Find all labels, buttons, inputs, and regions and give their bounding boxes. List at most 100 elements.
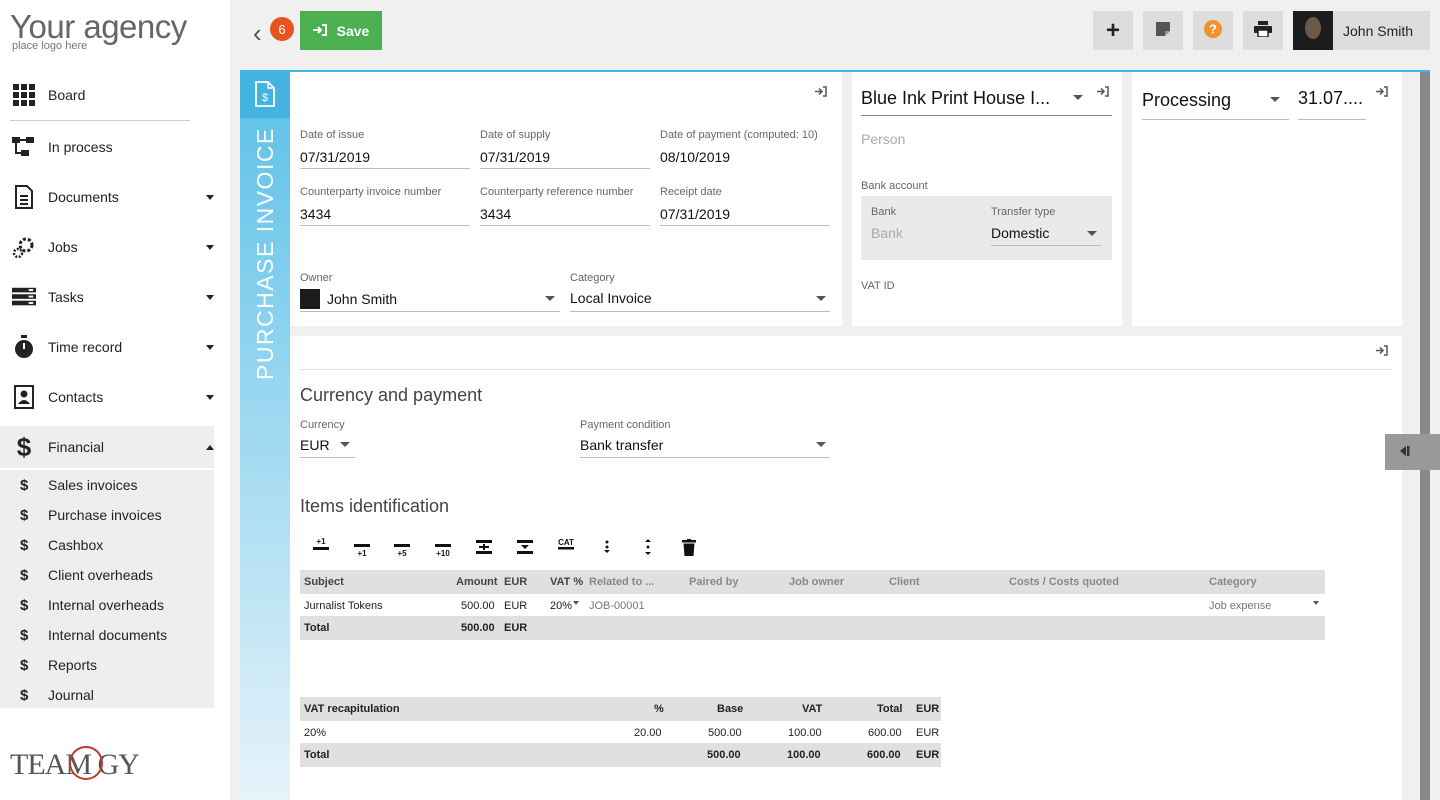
open-link-icon[interactable]	[1376, 345, 1388, 359]
table-row: 20% 20.00 500.00 100.00 600.00 EUR	[300, 721, 941, 743]
payment-condition-label: Payment condition	[580, 419, 671, 431]
total-label: Total	[304, 622, 330, 634]
dollar-icon: $	[20, 506, 29, 524]
bank-label: Bank	[871, 206, 897, 218]
caret-down-icon[interactable]	[1087, 231, 1097, 236]
payment-date-field[interactable]: 08/10/2019	[660, 149, 730, 165]
total-total: 600.00	[867, 749, 901, 761]
nav-item-financial[interactable]: $ Financial	[0, 422, 230, 472]
col-vat-recap: VAT recapitulation	[304, 703, 400, 715]
receipt-date-field[interactable]: 07/31/2019	[660, 206, 730, 222]
open-link-icon[interactable]	[1376, 86, 1388, 100]
counterparty-select[interactable]: Blue Ink Print House I...	[861, 88, 1050, 109]
person-field[interactable]: Person	[861, 131, 905, 147]
total-base: 500.00	[707, 749, 741, 761]
category-select[interactable]: Local Invoice	[570, 290, 652, 306]
back-chevron-icon[interactable]: ‹	[253, 18, 262, 49]
sub-item-client-overheads[interactable]: $ Client overheads	[0, 560, 214, 590]
notification-badge[interactable]: 6	[270, 17, 294, 41]
insert-row-button[interactable]	[473, 537, 495, 557]
sub-item-reports[interactable]: $ Reports	[0, 650, 214, 680]
caret-down-icon[interactable]	[1313, 601, 1319, 605]
add-row-button[interactable]: +1	[351, 540, 373, 560]
payment-condition-select[interactable]: Bank transfer	[580, 437, 663, 453]
expand-down-icon[interactable]	[596, 537, 618, 557]
status-date-field[interactable]: 31.07....	[1298, 88, 1363, 109]
bank-account-label: Bank account	[861, 180, 928, 192]
counterparty-panel: Blue Ink Print House I... Person Bank ac…	[852, 72, 1122, 326]
cp-invoice-field[interactable]: 3434	[300, 206, 331, 222]
owner-label: Owner	[300, 272, 333, 284]
nav-label: Tasks	[48, 289, 84, 305]
dollar-icon: $	[20, 656, 29, 674]
add-five-rows-button[interactable]: +5	[391, 540, 413, 560]
caret-down-icon[interactable]	[816, 442, 826, 447]
caret-down-icon[interactable]	[545, 296, 555, 301]
caret-down-icon[interactable]	[573, 601, 579, 605]
add-row-top-button[interactable]: +1	[310, 535, 332, 555]
sub-item-label: Reports	[48, 657, 98, 673]
trash-icon[interactable]	[678, 537, 700, 557]
cell-category[interactable]: Job expense	[1209, 600, 1271, 612]
status-select[interactable]: Processing	[1142, 90, 1231, 111]
cp-reference-field[interactable]: 3434	[480, 206, 511, 222]
nav-item-time-record[interactable]: Time record	[0, 322, 230, 372]
vat-recap-header: VAT recapitulation % Base VAT Total EUR	[300, 697, 941, 721]
nav-item-in-process[interactable]: In process	[0, 122, 230, 172]
collapse-rows-button[interactable]	[514, 537, 536, 557]
print-button[interactable]	[1243, 11, 1283, 50]
user-menu[interactable]: John Smith	[1293, 11, 1430, 50]
table-row[interactable]: Jurnalist Tokens 500.00 EUR 20% JOB-0000…	[300, 594, 1325, 616]
cell-subject[interactable]: Jurnalist Tokens	[304, 600, 383, 612]
owner-select[interactable]: John Smith	[327, 291, 397, 307]
total-currency: EUR	[504, 622, 528, 634]
nav-item-documents[interactable]: Documents	[0, 172, 230, 222]
bank-account-box: Bank Bank Transfer type Domestic	[861, 196, 1112, 260]
add-ten-rows-button[interactable]: +10	[432, 540, 454, 560]
sub-item-internal-overheads[interactable]: $ Internal overheads	[0, 590, 214, 620]
document-icon	[12, 185, 36, 209]
cell-amount[interactable]: 500.00	[461, 600, 495, 612]
save-button[interactable]: Save	[300, 11, 382, 50]
nav-item-jobs[interactable]: Jobs	[0, 222, 230, 272]
open-link-icon[interactable]	[815, 86, 827, 100]
sub-item-purchase-invoices[interactable]: $ Purchase invoices	[0, 500, 214, 530]
supply-date-field[interactable]: 07/31/2019	[480, 149, 550, 165]
cell-vat[interactable]: 20%	[550, 600, 572, 612]
side-panel-toggle[interactable]	[1385, 434, 1440, 470]
nav-label: Contacts	[48, 389, 104, 405]
cell-related[interactable]: JOB-00001	[589, 600, 645, 612]
caret-down-icon[interactable]	[816, 296, 826, 301]
more-vertical-icon[interactable]	[637, 537, 659, 557]
sidebar: Your agency place logo here Board In pro…	[0, 0, 230, 800]
transfer-type-select[interactable]: Domestic	[991, 225, 1049, 241]
sub-item-internal-documents[interactable]: $ Internal documents	[0, 620, 214, 650]
caret-down-icon[interactable]	[1270, 97, 1280, 102]
caret-down-icon[interactable]	[1073, 95, 1083, 100]
sub-item-journal[interactable]: $ Journal	[0, 680, 214, 710]
issue-date-field[interactable]: 07/31/2019	[300, 149, 370, 165]
bank-field[interactable]: Bank	[871, 225, 903, 241]
sub-item-cashbox[interactable]: $ Cashbox	[0, 530, 214, 560]
note-button[interactable]	[1143, 11, 1183, 50]
cell-currency[interactable]: EUR	[504, 600, 527, 612]
nav-item-contacts[interactable]: Contacts	[0, 372, 230, 422]
chevron-down-icon	[206, 344, 214, 350]
issue-date-label: Date of issue	[300, 129, 365, 141]
agency-logo[interactable]: Your agency place logo here	[10, 10, 187, 53]
sub-item-sales-invoices[interactable]: $ Sales invoices	[0, 470, 214, 500]
help-button[interactable]: ?	[1193, 11, 1233, 50]
sub-item-label: Cashbox	[48, 537, 104, 553]
nav-item-tasks[interactable]: Tasks	[0, 272, 230, 322]
sub-item-label: Purchase invoices	[48, 507, 162, 523]
currency-select[interactable]: EUR	[300, 437, 330, 453]
add-button[interactable]: +	[1093, 11, 1133, 50]
open-link-icon[interactable]	[1097, 86, 1109, 100]
col-paired: Paired by	[689, 576, 739, 588]
contacts-icon	[12, 385, 36, 409]
svg-text:$: $	[262, 92, 268, 104]
dollar-icon: $	[20, 626, 29, 644]
nav-item-board[interactable]: Board	[0, 70, 230, 120]
caret-down-icon[interactable]	[340, 442, 350, 447]
category-button[interactable]: CAT	[555, 535, 577, 555]
